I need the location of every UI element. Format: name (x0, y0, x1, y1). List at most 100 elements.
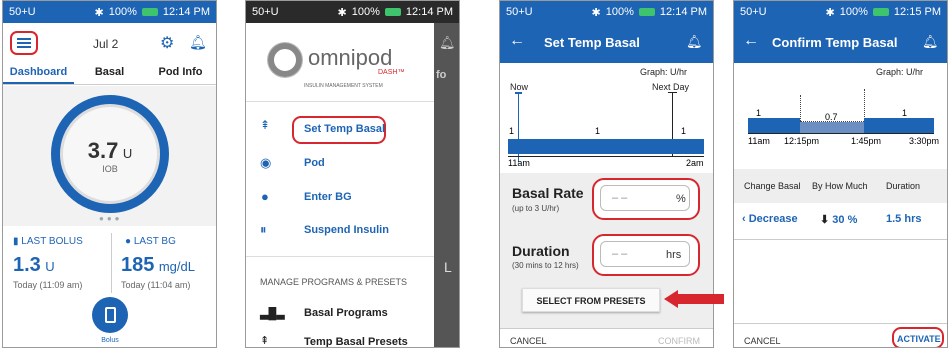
basal-rate-placeholder: – – (612, 192, 628, 204)
bolus-label: Bolus (101, 337, 119, 344)
last-bg-label: ● LAST BG (125, 236, 176, 247)
omnipod-logo: omnipod DASH™ INSULIN MANAGEMENT SYSTEM (268, 41, 418, 96)
screen-menu: 50+U ✱ 100% 12:14 PM fo 🔔︎ L omnipod DAS… (245, 0, 460, 348)
status-time: 12:15 PM (893, 6, 941, 18)
graph-value-2: 1 (595, 126, 601, 136)
basal-rate-hint: (up to 3 U/hr) (512, 204, 560, 213)
battery-text: 100% (351, 6, 380, 18)
status-time: 12:14 PM (405, 6, 453, 18)
last-bolus-time: Today (11:09 am) (13, 280, 83, 290)
header-duration: Duration (886, 181, 921, 191)
title-bar: ← Set Temp Basal 🔔︎ (500, 23, 713, 63)
title-bar: ← Confirm Temp Basal 🔔︎ (734, 23, 947, 63)
time-label-3: 1:45pm (851, 136, 882, 146)
battery-icon (141, 8, 158, 16)
graph-axis (508, 156, 704, 157)
page-title: Confirm Temp Basal (772, 35, 898, 50)
callout-arrow-icon (664, 290, 724, 308)
confirm-button[interactable]: CONFIRM (658, 336, 700, 346)
stats-divider (111, 233, 112, 293)
tab-pod-info[interactable]: Pod Info (145, 61, 216, 84)
blood-drop-icon: ● (261, 189, 269, 204)
basal-bar-temp (800, 122, 864, 133)
logo-text: omnipod (308, 45, 393, 70)
behind-letter: L (444, 259, 452, 275)
last-bg-value: 185 mg/dL (121, 254, 195, 276)
status-time: 12:14 PM (162, 6, 210, 18)
graph-value-3: 1 (902, 108, 908, 118)
bell-icon[interactable]: 🔔︎ (686, 34, 703, 50)
chevron-left-icon: ‹ (742, 213, 746, 225)
bell-icon[interactable]: 🔔︎ (189, 34, 207, 51)
basal-rate-unit: % (676, 193, 686, 205)
status-left: 50+U (9, 6, 36, 18)
bolus-button[interactable] (92, 297, 128, 333)
duration-hint: (30 mins to 12 hrs) (512, 261, 579, 270)
time-label-4: 3:30pm (909, 136, 940, 146)
menu-item-enter-bg[interactable]: Enter BG (304, 191, 352, 203)
screen-dashboard: 50+U ✱ 100% 12:14 PM Jul 2 ⚙ 🔔︎ Dashboar… (2, 0, 217, 348)
cancel-button[interactable]: CANCEL (510, 336, 547, 346)
iob-label: IOB (102, 164, 118, 174)
insulin-vial-icon: ▮ (13, 236, 19, 247)
status-left: 50+U (252, 6, 279, 18)
battery-icon (872, 8, 889, 16)
menu-item-temp-basal-presets[interactable]: Temp Basal Presets (304, 336, 408, 347)
summary-divider (734, 239, 947, 240)
time-label-2: 12:15pm (784, 136, 820, 146)
basal-bar-before (748, 118, 800, 133)
menu-item-suspend-insulin[interactable]: Suspend Insulin (304, 224, 389, 236)
header-date: Jul 2 (93, 37, 119, 51)
back-arrow-icon[interactable]: ← (743, 32, 759, 50)
select-presets-button[interactable]: SELECT FROM PRESETS (522, 288, 660, 312)
last-bg-time: Today (11:04 am) (121, 280, 191, 290)
battery-icon (384, 8, 401, 16)
drawer-divider (246, 101, 434, 102)
gear-icon[interactable]: ⚙ (160, 33, 174, 53)
status-bar: 50+U ✱ 100% 12:15 PM (734, 1, 947, 23)
status-time: 12:14 PM (659, 6, 707, 18)
pause-icon: ⏸︎ (260, 222, 267, 237)
tab-dashboard[interactable]: Dashboard (3, 61, 74, 84)
tab-basal[interactable]: Basal (74, 61, 145, 84)
now-label: Now (510, 82, 529, 92)
basal-bar-after (864, 118, 934, 133)
logo-ring-icon (268, 43, 302, 77)
logo-subtitle: INSULIN MANAGEMENT SYSTEM (304, 83, 383, 89)
bluetooth-icon: ✱ (825, 6, 835, 19)
time-label-1: 11am (748, 136, 770, 146)
amount-value: ⬇ 30 % (820, 214, 858, 226)
duration-placeholder: – – (612, 248, 628, 260)
status-left: 50+U (506, 6, 533, 18)
back-arrow-icon[interactable]: ← (509, 32, 525, 50)
basal-rate-label: Basal Rate (512, 185, 584, 201)
arrow-down-icon: ⬇ (820, 214, 830, 226)
bluetooth-icon: ✱ (94, 6, 104, 19)
page-dots: ●●● (99, 214, 123, 223)
pod-icon: ◉ (260, 155, 272, 170)
duration-input[interactable]: – – hrs (592, 234, 700, 276)
summary-header: Change Basal By How Much Duration (734, 169, 947, 203)
duration-label: Duration (512, 243, 570, 259)
activate-button[interactable]: ACTIVATE (892, 327, 944, 347)
blood-drop-icon: ● (125, 236, 132, 247)
basal-bar (508, 139, 704, 154)
graph-label: Graph: U/hr (876, 67, 924, 77)
menu-button[interactable] (10, 31, 38, 55)
now-marker-cap (515, 92, 522, 94)
insulin-vial-icon (104, 307, 116, 323)
temp-basal-presets-icon: ⇞ (260, 335, 270, 347)
logo-dash: DASH™ (378, 69, 405, 76)
basal-programs-icon: ▃█▃ (260, 308, 285, 320)
bell-icon[interactable]: 🔔︎ (922, 34, 939, 50)
behind-tab-text: fo (436, 69, 447, 81)
next-day-marker-cap (668, 92, 677, 93)
change-value: ‹ Decrease (742, 213, 798, 225)
graph-label: Graph: U/hr (640, 67, 688, 77)
activate-label: ACTIVATE (897, 334, 941, 344)
basal-rate-input[interactable]: – – % (592, 178, 700, 220)
menu-item-pod[interactable]: Pod (304, 157, 325, 169)
cancel-button[interactable]: CANCEL (744, 336, 781, 346)
time-end: 2am (686, 158, 704, 168)
menu-item-basal-programs[interactable]: Basal Programs (304, 307, 388, 319)
